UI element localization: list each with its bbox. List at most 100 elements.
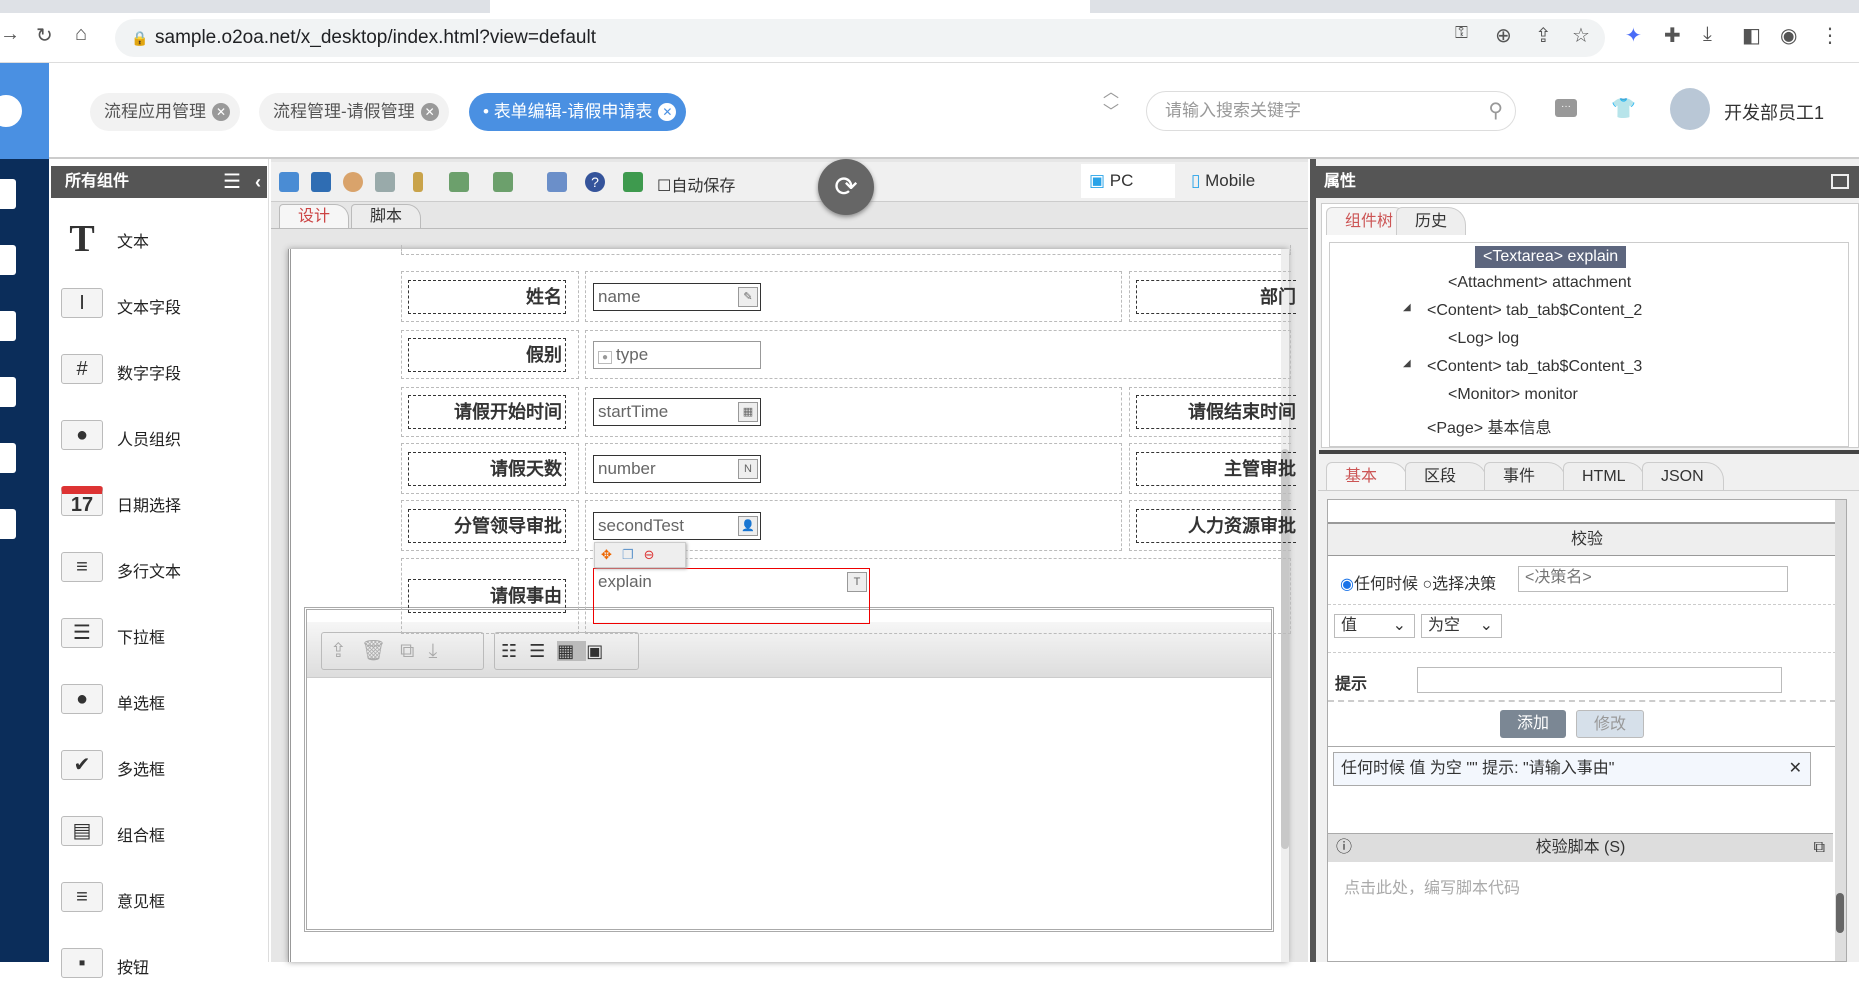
modify-button[interactable]: 修改: [1576, 710, 1644, 738]
delete-icon[interactable]: ⊖: [644, 547, 665, 562]
settings-user-icon[interactable]: [0, 443, 16, 473]
move-icon[interactable]: ✥: [601, 547, 622, 562]
import-icon[interactable]: [449, 172, 469, 192]
menu-icon[interactable]: ⋮: [1820, 23, 1840, 48]
tree-node[interactable]: <Textarea> explain: [1475, 246, 1627, 268]
page-tab[interactable]: 流程管理-请假管理 ✕: [259, 93, 449, 131]
document-icon[interactable]: [0, 311, 16, 341]
property-tab[interactable]: JSON: [1642, 462, 1724, 490]
form-field[interactable]: startTime ▦: [593, 398, 761, 426]
textarea-explain[interactable]: explain T: [593, 568, 870, 624]
bookmark-star-icon[interactable]: ☆: [1572, 23, 1590, 48]
tab-script[interactable]: 脚本: [351, 204, 422, 228]
page-tab[interactable]: 流程应用管理 ✕: [90, 93, 240, 131]
script-editor[interactable]: 点击此处，编写脚本代码: [1344, 874, 1520, 898]
list-icon[interactable]: [547, 172, 567, 192]
desktop-icon[interactable]: [0, 245, 16, 275]
share-icon[interactable]: ⇪: [1535, 23, 1552, 48]
field-label[interactable]: 人力资源审批: [1136, 508, 1296, 543]
field-label[interactable]: 请假结束时间: [1136, 395, 1296, 429]
field-label[interactable]: 分管领导审批: [408, 508, 566, 543]
skin-shirt-icon[interactable]: 👕: [1611, 96, 1636, 121]
image-view-icon[interactable]: ▣: [586, 641, 615, 661]
address-bar[interactable]: 🔒 sample.o2oa.net/x_desktop/index.html?vi…: [115, 19, 1605, 57]
user-icon[interactable]: [0, 509, 16, 539]
menu-icon[interactable]: ☰: [223, 166, 241, 198]
field-label[interactable]: 假别: [408, 337, 566, 372]
component-item[interactable]: ▤ 组合框: [51, 808, 267, 868]
form-field[interactable]: name ✎: [593, 282, 761, 311]
tree-node[interactable]: <Attachment> attachment: [1448, 274, 1631, 292]
mobile-button[interactable]: ▯ Mobile: [1191, 164, 1255, 198]
component-item[interactable]: I 文本字段: [51, 280, 267, 340]
expand-toggle-icon[interactable]: ◢: [1403, 358, 1411, 369]
page-tab-active[interactable]: • 表单编辑-请假申请表 ✕: [469, 93, 687, 131]
puzzle-icon[interactable]: ✚: [1664, 23, 1681, 48]
close-icon[interactable]: ✕: [420, 103, 439, 121]
save-icon[interactable]: [279, 172, 299, 192]
tree-node[interactable]: ◢ <Content> tab_tab$Content_2: [1403, 302, 1642, 320]
upload-icon[interactable]: ⇪: [330, 640, 361, 662]
forward-icon[interactable]: →: [0, 23, 20, 46]
value-select[interactable]: 值 ⌄: [1334, 614, 1415, 638]
field-label[interactable]: 主管审批: [1136, 451, 1296, 486]
pc-button[interactable]: ▣ PC: [1081, 164, 1175, 198]
component-item[interactable]: ≡ 多行文本: [51, 544, 267, 604]
delete-icon[interactable]: 🗑: [361, 640, 400, 662]
form-field[interactable]: secondTest 👤: [593, 511, 761, 540]
component-item[interactable]: 17 日期选择: [51, 478, 267, 538]
close-icon[interactable]: ✕: [1789, 753, 1802, 785]
replace-icon[interactable]: ⧉: [400, 640, 428, 662]
logo[interactable]: [0, 63, 49, 159]
restore-window-icon[interactable]: ⧉: [1814, 834, 1825, 862]
field-label[interactable]: 姓名: [408, 279, 566, 314]
add-button[interactable]: 添加: [1500, 710, 1566, 738]
component-item[interactable]: ● 单选框: [51, 676, 267, 736]
search-input[interactable]: 请输入搜索关键字 ⚲: [1146, 91, 1516, 131]
autosave-checkbox[interactable]: ☐自动保存: [657, 172, 735, 196]
field-label[interactable]: 部门: [1136, 279, 1296, 314]
component-item[interactable]: ● 人员组织: [51, 412, 267, 472]
tree-node[interactable]: <Monitor> monitor: [1448, 386, 1578, 404]
field-label[interactable]: 请假开始时间: [408, 395, 566, 429]
radio-any-time[interactable]: ◉: [1340, 576, 1354, 593]
tab-history[interactable]: 历史: [1396, 207, 1467, 235]
list-view-icon[interactable]: ☷: [501, 641, 529, 661]
hint-input[interactable]: [1417, 667, 1782, 693]
home-icon[interactable]: ⌂: [75, 23, 87, 46]
save-as-icon[interactable]: [311, 172, 331, 192]
layers-icon[interactable]: [623, 172, 643, 192]
close-icon[interactable]: ✕: [658, 103, 677, 121]
sequence-view-icon[interactable]: ☰: [529, 641, 557, 661]
property-tab[interactable]: 事件: [1484, 462, 1566, 490]
calendar-icon[interactable]: [0, 377, 16, 407]
profile-icon[interactable]: ◉: [1780, 23, 1797, 48]
scrollbar[interactable]: [1835, 500, 1846, 961]
component-item[interactable]: ✔ 多选框: [51, 742, 267, 802]
condition-select[interactable]: 为空 ⌄: [1421, 614, 1502, 638]
export-icon[interactable]: [493, 172, 513, 192]
form-field[interactable]: ● type: [593, 340, 761, 369]
form-field[interactable]: number N: [593, 454, 761, 483]
component-item[interactable]: # 数字字段: [51, 346, 267, 406]
maximize-icon[interactable]: [1831, 174, 1849, 189]
radio-decision[interactable]: ○: [1422, 576, 1432, 593]
download-icon[interactable]: ⤓: [1703, 23, 1712, 46]
validation-rule-item[interactable]: 任何时候 值 为空 "" 提示: "请输入事由" ✕: [1333, 752, 1811, 786]
download-icon[interactable]: ⤓: [428, 640, 451, 662]
component-item[interactable]: ☰ 下拉框: [51, 610, 267, 670]
copy-icon[interactable]: ❐: [622, 547, 644, 562]
help-icon[interactable]: ?: [585, 172, 605, 192]
property-tab[interactable]: 基本: [1326, 462, 1408, 490]
chevron-updown-icon[interactable]: ︿ ﹀: [1103, 83, 1119, 123]
preview-eye-icon[interactable]: [343, 172, 363, 192]
tree-node[interactable]: <Page> 基本信息: [1427, 414, 1552, 438]
expand-toggle-icon[interactable]: ◢: [1403, 302, 1411, 313]
wand-icon[interactable]: [413, 172, 423, 192]
reload-icon[interactable]: ↻: [36, 23, 53, 48]
collapse-icon[interactable]: ‹: [255, 166, 261, 198]
tree-node[interactable]: ◢ <Content> tab_tab$Content_3: [1403, 358, 1642, 376]
tree-node[interactable]: <Log> log: [1448, 330, 1519, 348]
component-item[interactable]: ▪ 按钮: [51, 940, 267, 1000]
refresh-icon[interactable]: ⟳: [818, 159, 874, 215]
